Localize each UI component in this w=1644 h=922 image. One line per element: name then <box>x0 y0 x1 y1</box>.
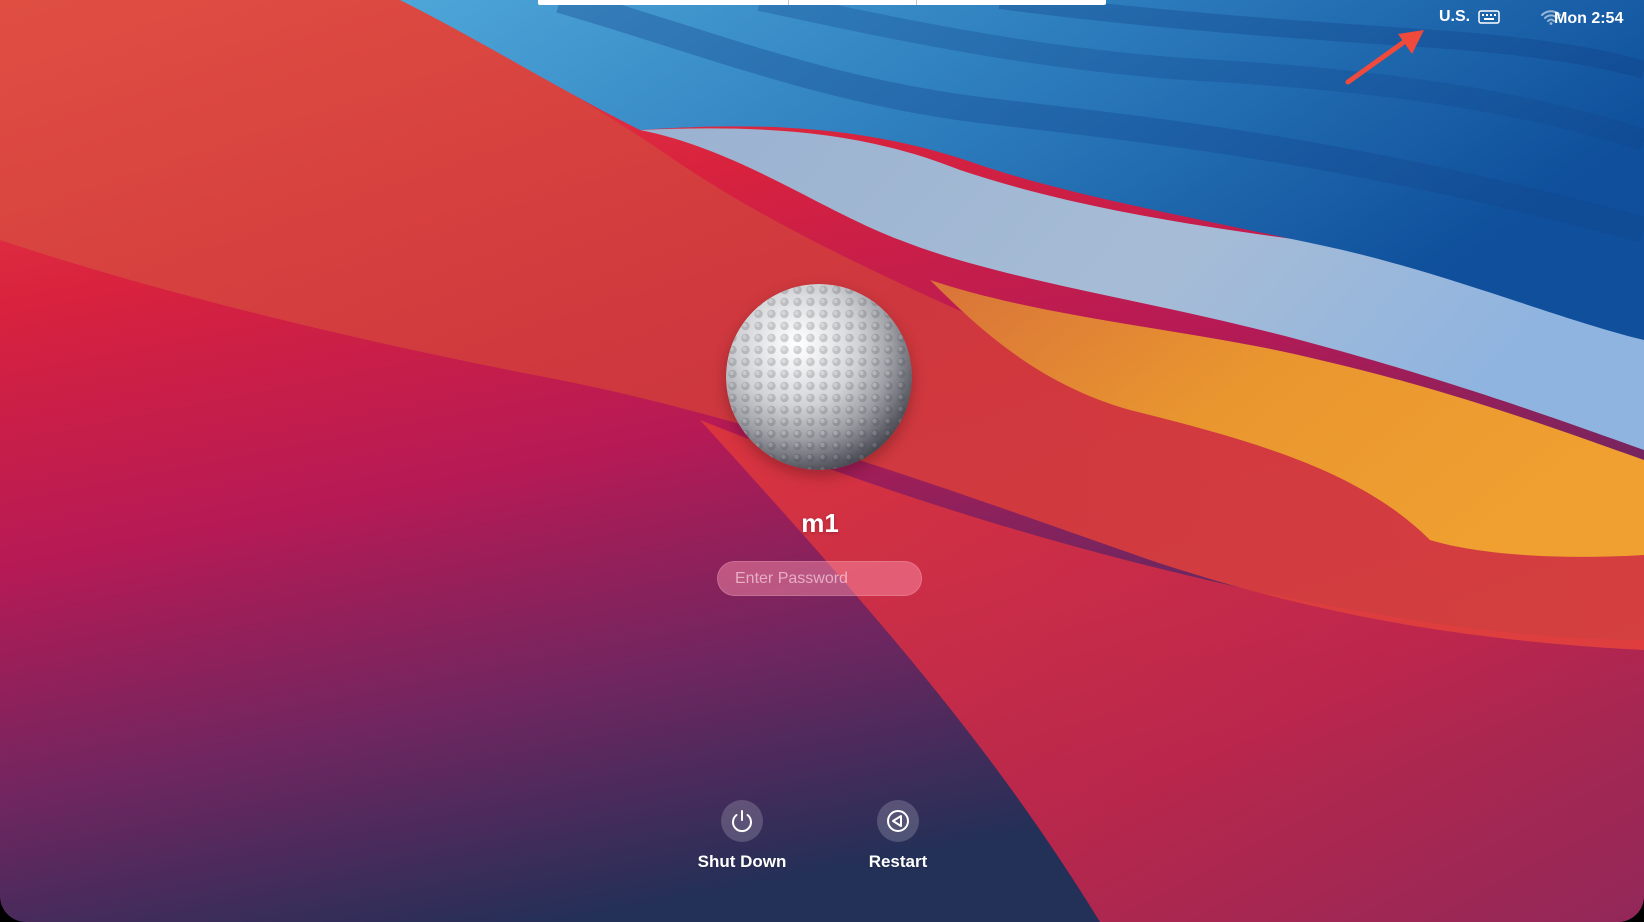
input-source-menu[interactable]: U.S. <box>1439 8 1500 26</box>
shut-down-label: Shut Down <box>697 852 787 871</box>
arrow-icon <box>1345 30 1424 85</box>
user-name: m1 <box>801 508 839 538</box>
restart-icon <box>877 800 919 842</box>
password-field[interactable] <box>717 561 922 596</box>
input-source-label: U.S. <box>1439 8 1471 25</box>
login-screen: U.S. Mon 2:54 m1 Shut Down Restart <box>0 0 1644 922</box>
power-icon <box>721 800 763 842</box>
top-window-strip <box>538 0 1106 5</box>
restart-button[interactable]: Restart <box>838 800 958 872</box>
shut-down-button[interactable]: Shut Down <box>682 800 802 872</box>
restart-label: Restart <box>868 852 928 871</box>
golf-ball-avatar <box>726 284 912 470</box>
keyboard-icon <box>1478 10 1500 24</box>
menubar-clock[interactable]: Mon 2:54 <box>1554 10 1623 28</box>
